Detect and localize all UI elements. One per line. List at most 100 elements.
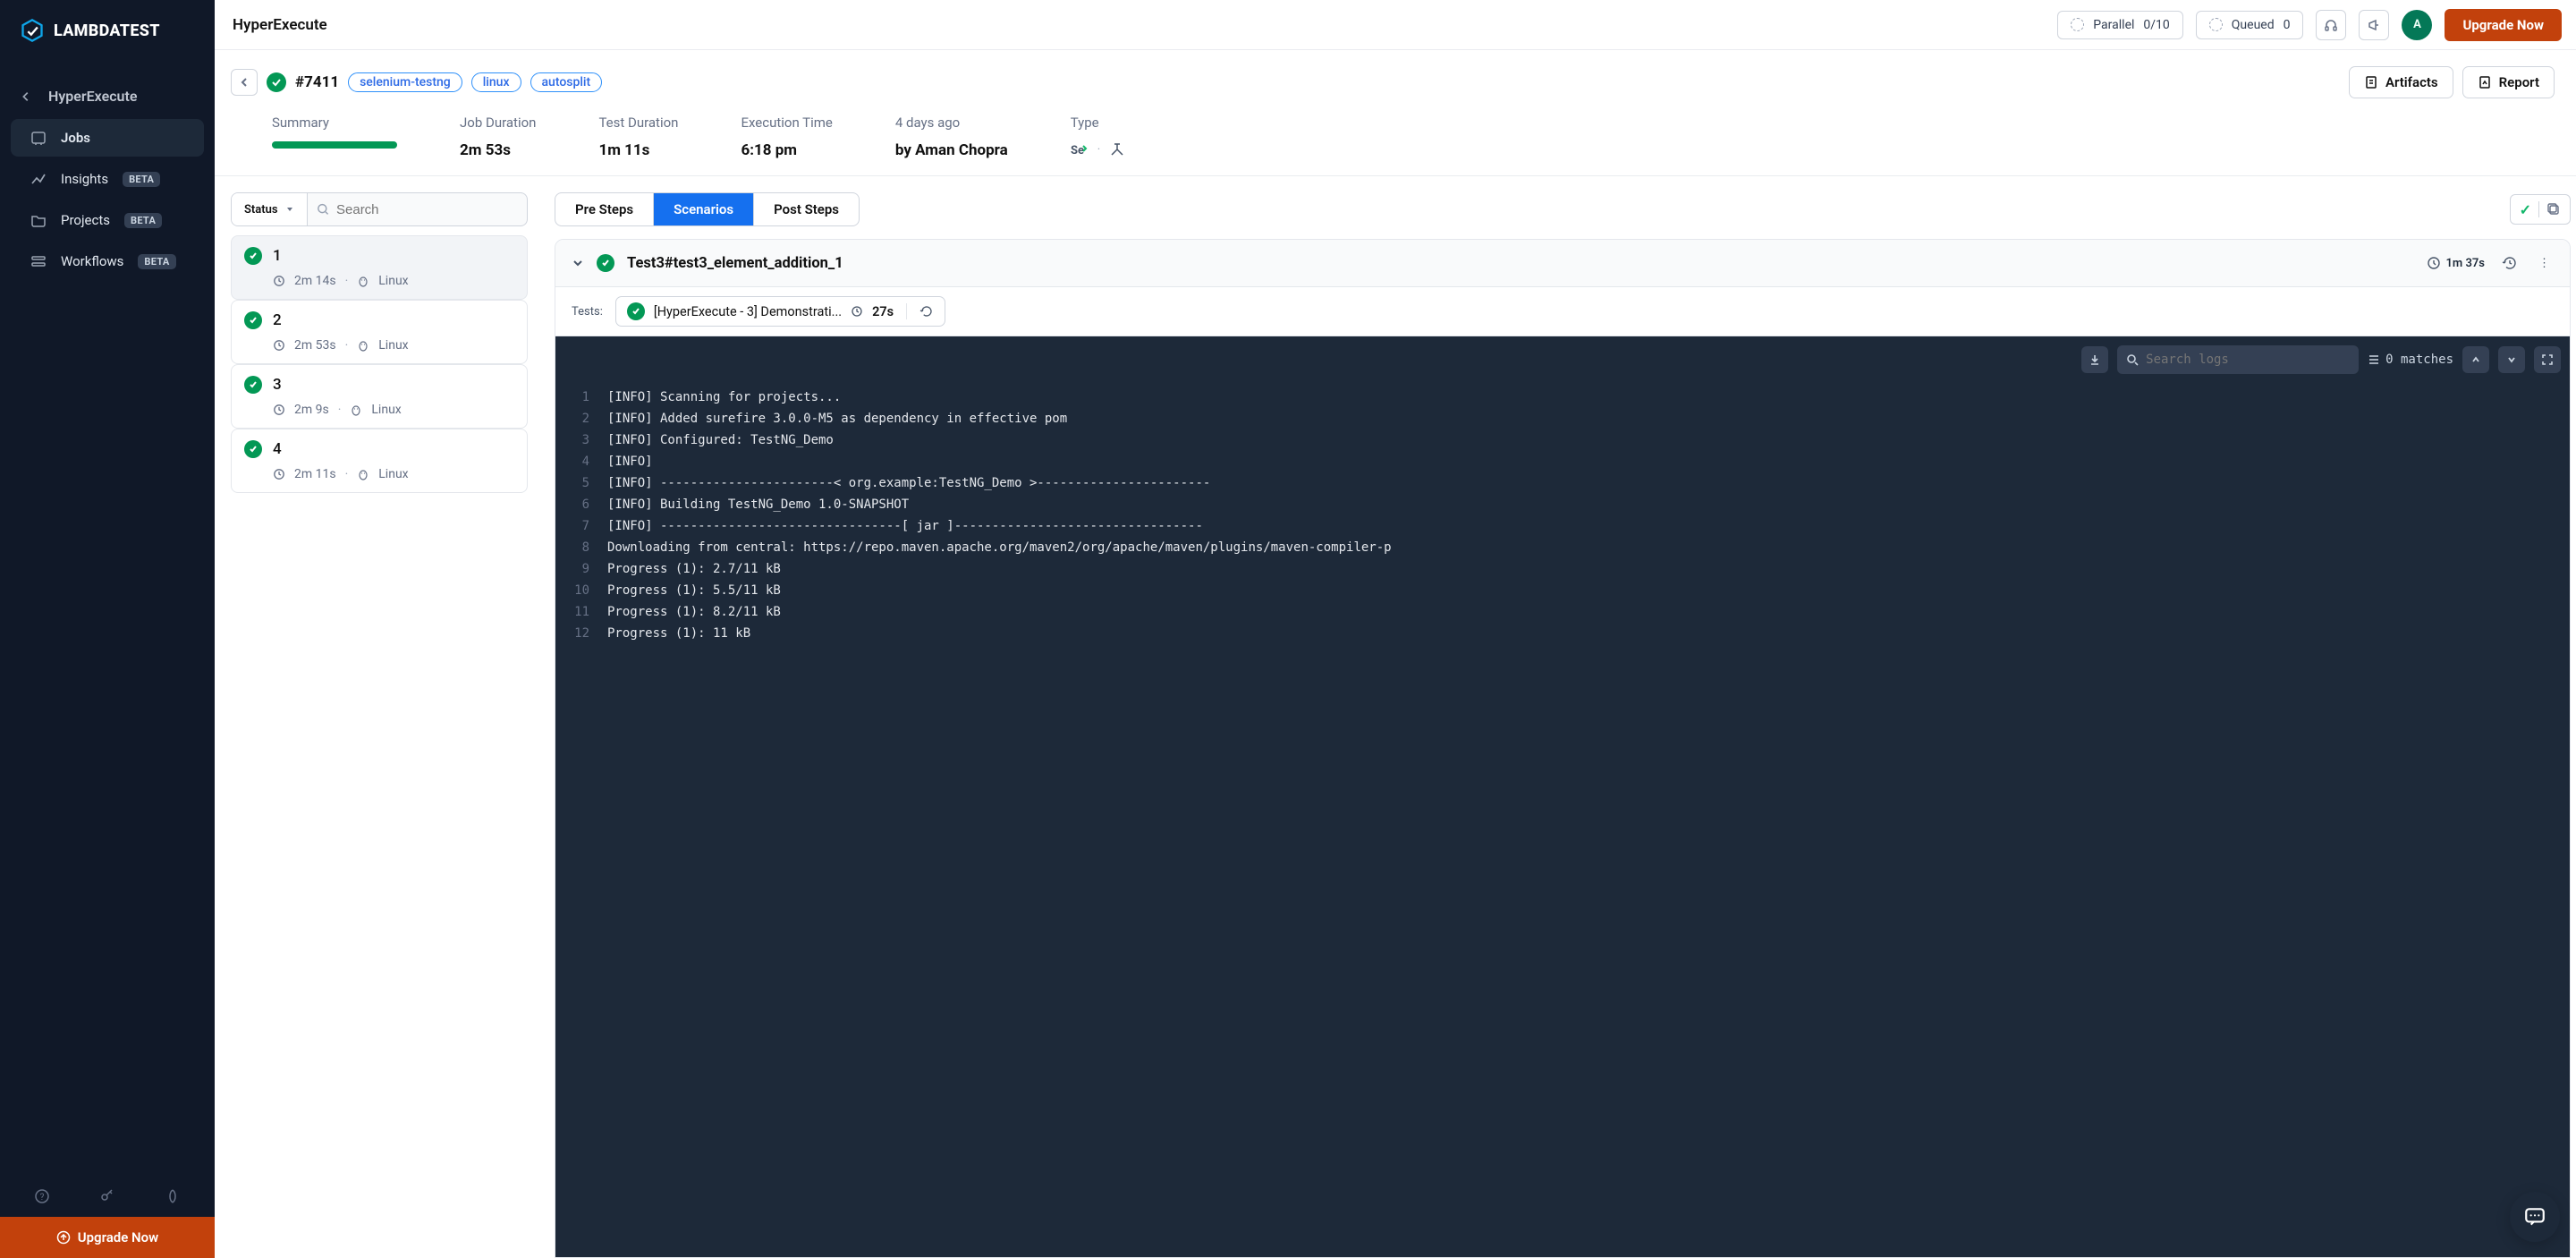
brand-logo[interactable]: LAMBDATEST <box>0 0 215 61</box>
log-lines[interactable]: 1[INFO] Scanning for projects...2[INFO] … <box>555 336 2570 655</box>
nav-back-hyperexecute[interactable]: HyperExecute <box>0 77 215 115</box>
fullscreen-button[interactable] <box>2534 346 2561 373</box>
clock-icon <box>273 468 285 480</box>
stat-value: 2m 53s <box>460 141 536 159</box>
headphones-icon[interactable] <box>2316 10 2346 40</box>
runs-pane: Status 1 2m 14s · Linux 2 <box>231 192 528 1258</box>
page-title: HyperExecute <box>233 16 327 34</box>
queued-pill[interactable]: Queued 0 <box>2196 11 2304 39</box>
sidebar: LAMBDATEST HyperExecute Jobs Insights BE… <box>0 0 215 1258</box>
jobs-icon <box>30 130 47 146</box>
line-number: 11 <box>555 601 607 623</box>
run-card[interactable]: 4 2m 11s · Linux <box>231 429 528 493</box>
job-tag[interactable]: selenium-testng <box>348 72 462 92</box>
tests-label: Tests: <box>572 305 603 319</box>
search-input[interactable] <box>336 202 518 217</box>
status-filter-button[interactable]: Status <box>232 193 308 225</box>
workflows-icon <box>30 253 47 269</box>
stat-label: Execution Time <box>741 115 832 131</box>
line-number: 5 <box>555 472 607 494</box>
line-number: 10 <box>555 580 607 601</box>
clock-icon <box>273 404 285 416</box>
kebab-menu-icon[interactable]: ⋮ <box>2535 257 2554 270</box>
history-icon[interactable] <box>919 304 934 319</box>
job-tag[interactable]: autosplit <box>530 72 603 92</box>
sidebar-item-projects[interactable]: Projects BETA <box>11 201 204 239</box>
artifacts-button[interactable]: Artifacts <box>2349 66 2453 98</box>
run-card[interactable]: 2 2m 53s · Linux <box>231 300 528 364</box>
status-label: Status <box>244 203 278 217</box>
copy-icon[interactable] <box>2546 202 2561 217</box>
run-card[interactable]: 1 2m 14s · Linux <box>231 235 528 300</box>
prev-match-button[interactable] <box>2462 346 2489 373</box>
linux-icon <box>357 275 369 287</box>
linux-icon <box>357 339 369 352</box>
chat-widget-button[interactable] <box>2510 1192 2560 1242</box>
tab-pre-steps[interactable]: Pre Steps <box>555 193 654 225</box>
sidebar-item-jobs[interactable]: Jobs <box>11 119 204 157</box>
beta-badge: BETA <box>123 172 160 187</box>
chevron-down-icon[interactable] <box>572 257 584 269</box>
tab-scenarios[interactable]: Scenarios <box>654 193 754 225</box>
line-number: 8 <box>555 537 607 558</box>
matches-label: 0 matches <box>2385 353 2453 367</box>
avatar-initial: A <box>2413 18 2421 31</box>
caret-down-icon <box>285 205 294 214</box>
back-button[interactable] <box>231 69 258 96</box>
run-card[interactable]: 3 2m 9s · Linux <box>231 364 528 429</box>
sidebar-item-workflows[interactable]: Workflows BETA <box>11 242 204 280</box>
sidebar-item-label: Insights <box>61 171 108 187</box>
test-chip[interactable]: [HyperExecute - 3] Demonstrati... 27s <box>615 296 945 327</box>
status-pass-icon <box>267 72 286 92</box>
clock-icon <box>273 275 285 287</box>
log-text: [INFO] Building TestNG_Demo 1.0-SNAPSHOT <box>607 494 909 515</box>
status-pass-icon <box>627 302 645 320</box>
avatar[interactable]: A <box>2402 10 2432 40</box>
beta-badge: BETA <box>138 254 175 269</box>
top-upgrade-button[interactable]: Upgrade Now <box>2445 9 2562 41</box>
log-search-box[interactable] <box>2117 345 2359 374</box>
artifacts-icon <box>2364 75 2378 89</box>
run-duration: 2m 9s <box>294 403 329 417</box>
log-line: 7[INFO] --------------------------------… <box>555 515 2570 537</box>
sidebar-item-label: Jobs <box>61 130 90 146</box>
main: HyperExecute Parallel 0/10 Queued 0 A Up… <box>215 0 2576 1258</box>
log-matches: 0 matches <box>2368 353 2453 367</box>
help-icon[interactable]: ? <box>34 1188 50 1204</box>
run-os: Linux <box>371 403 401 417</box>
next-match-button[interactable] <box>2498 346 2525 373</box>
log-search-input[interactable] <box>2146 353 2350 367</box>
chat-icon <box>2523 1205 2546 1228</box>
log-line: 6[INFO] Building TestNG_Demo 1.0-SNAPSHO… <box>555 494 2570 515</box>
stat-job-duration: Job Duration 2m 53s <box>460 115 536 159</box>
stat-value: 1m 11s <box>598 141 678 159</box>
log-line: 10Progress (1): 5.5/11 kB <box>555 580 2570 601</box>
chevron-left-icon <box>239 77 250 88</box>
logo-mark-icon <box>20 18 45 43</box>
integrations-icon[interactable] <box>165 1188 181 1204</box>
log-line: 2[INFO] Added surefire 3.0.0-M5 as depen… <box>555 408 2570 429</box>
log-line: 12Progress (1): 11 kB <box>555 623 2570 644</box>
search-box[interactable] <box>308 193 527 225</box>
job-tag[interactable]: linux <box>471 72 521 92</box>
log-text: Progress (1): 11 kB <box>607 623 750 644</box>
run-title: 3 <box>273 376 282 394</box>
stat-label: 4 days ago <box>895 115 1008 131</box>
filter-row: Status <box>231 192 528 226</box>
sidebar-upgrade-button[interactable]: Upgrade Now <box>0 1217 215 1258</box>
sidebar-item-insights[interactable]: Insights BETA <box>11 160 204 198</box>
line-number: 4 <box>555 451 607 472</box>
run-duration: 2m 11s <box>294 467 336 481</box>
report-label: Report <box>2499 74 2539 90</box>
tab-post-steps[interactable]: Post Steps <box>754 193 859 225</box>
announcement-icon[interactable] <box>2359 10 2389 40</box>
download-logs-button[interactable] <box>2081 346 2108 373</box>
key-icon[interactable] <box>99 1188 115 1204</box>
report-button[interactable]: Report <box>2462 66 2555 98</box>
log-line: 5[INFO] -----------------------< org.exa… <box>555 472 2570 494</box>
parallel-pill[interactable]: Parallel 0/10 <box>2057 11 2183 39</box>
line-number: 6 <box>555 494 607 515</box>
history-icon[interactable] <box>2497 251 2522 276</box>
log-text: [INFO] -----------------------< org.exam… <box>607 472 1210 494</box>
stat-value: by Aman Chopra <box>895 141 1008 159</box>
